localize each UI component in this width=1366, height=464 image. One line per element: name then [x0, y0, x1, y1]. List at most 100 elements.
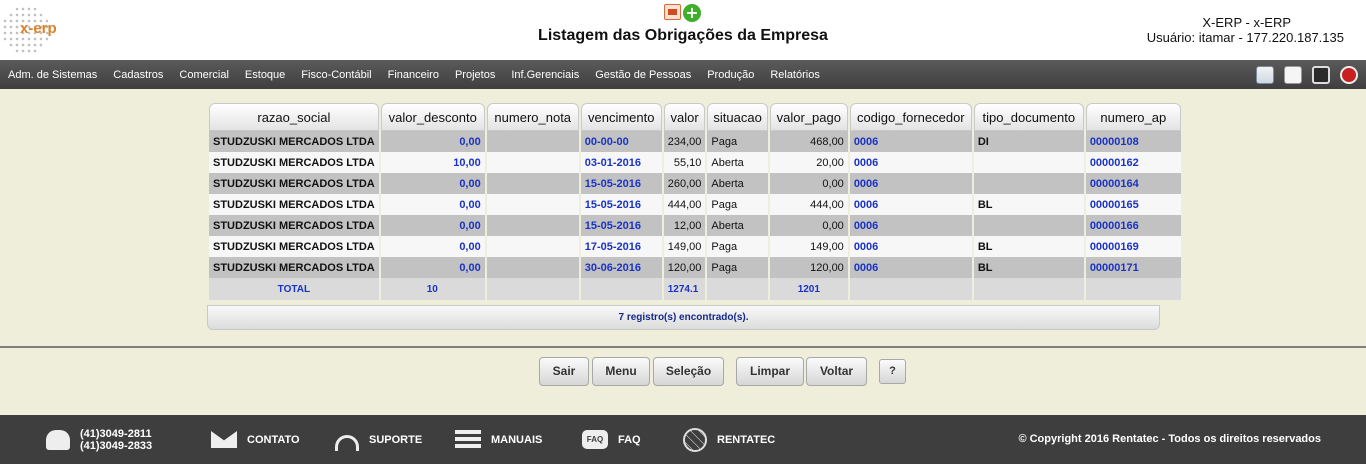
- cell-situacao: Aberta: [707, 173, 768, 194]
- menu-item-relatorios[interactable]: Relatórios: [770, 69, 820, 81]
- voltar-button[interactable]: Voltar: [806, 357, 867, 386]
- cell-tipo-documento: [973, 152, 1084, 173]
- cell-numero-ap[interactable]: 00000164: [1085, 173, 1181, 194]
- print-icon[interactable]: [1312, 66, 1330, 84]
- books-icon: [455, 429, 481, 450]
- cell-codigo-fornecedor: 0006: [849, 194, 972, 215]
- total-valor: 1274.1: [663, 278, 706, 300]
- table-row[interactable]: STUDZUSKI MERCADOS LTDA 0,00 00-00-00 23…: [209, 131, 1181, 152]
- cell-codigo-fornecedor: 0006: [849, 236, 972, 257]
- cell-valor-desconto: 0,00: [380, 236, 485, 257]
- column-header-valor-desconto[interactable]: valor_desconto: [380, 103, 485, 131]
- menu-item-fisco-contabil[interactable]: Fisco-Contábil: [301, 69, 371, 81]
- menu-item-producao[interactable]: Produção: [707, 69, 754, 81]
- table-row[interactable]: STUDZUSKI MERCADOS LTDA 0,00 15-05-2016 …: [209, 194, 1181, 215]
- total-situacao: [707, 278, 768, 300]
- table-row[interactable]: STUDZUSKI MERCADOS LTDA 10,00 03-01-2016…: [209, 152, 1181, 173]
- total-numero-nota: [486, 278, 579, 300]
- cell-valor-pago: 468,00: [769, 131, 848, 152]
- menu-items: Adm. de Sistemas Cadastros Comercial Est…: [8, 60, 836, 89]
- footer-contato-link[interactable]: CONTATO: [211, 415, 300, 464]
- menu-item-projetos[interactable]: Projetos: [455, 69, 495, 81]
- phone-icon: [46, 429, 70, 450]
- cell-situacao: Aberta: [707, 152, 768, 173]
- cell-tipo-documento: [973, 215, 1084, 236]
- home-icon[interactable]: [1256, 66, 1274, 84]
- menu-item-comercial[interactable]: Comercial: [179, 69, 229, 81]
- cell-valor: 12,00: [663, 215, 706, 236]
- system-name: X-ERP - x-ERP: [1202, 15, 1291, 30]
- cell-valor: 120,00: [663, 257, 706, 278]
- column-header-situacao[interactable]: situacao: [707, 103, 768, 131]
- total-codigo-fornecedor: [849, 278, 972, 300]
- help-button[interactable]: ?: [879, 359, 906, 384]
- menu-item-financeiro[interactable]: Financeiro: [388, 69, 439, 81]
- menu-button[interactable]: Menu: [592, 357, 650, 386]
- column-header-valor[interactable]: valor: [663, 103, 706, 131]
- cell-numero-ap[interactable]: 00000166: [1085, 215, 1181, 236]
- table-row[interactable]: STUDZUSKI MERCADOS LTDA 0,00 17-05-2016 …: [209, 236, 1181, 257]
- cell-numero-ap[interactable]: 00000165: [1085, 194, 1181, 215]
- cell-vencimento: 15-05-2016: [580, 215, 662, 236]
- menu-icons: [1256, 66, 1358, 84]
- menu-item-adm-sistemas[interactable]: Adm. de Sistemas: [8, 69, 97, 81]
- column-header-codigo-fornecedor[interactable]: codigo_fornecedor: [849, 103, 972, 131]
- cell-numero-ap[interactable]: 00000171: [1085, 257, 1181, 278]
- faq-icon: FAQ: [582, 430, 608, 449]
- phone-1: (41)3049-2811: [80, 427, 152, 440]
- table-row[interactable]: STUDZUSKI MERCADOS LTDA 0,00 15-05-2016 …: [209, 215, 1181, 236]
- table-row[interactable]: STUDZUSKI MERCADOS LTDA 0,00 30-06-2016 …: [209, 257, 1181, 278]
- cell-razao-social: STUDZUSKI MERCADOS LTDA: [209, 152, 379, 173]
- footer-rentatec-link[interactable]: RENTATEC: [683, 415, 775, 464]
- contato-label: CONTATO: [247, 433, 300, 446]
- cell-valor-pago: 20,00: [769, 152, 848, 173]
- add-icon[interactable]: +: [683, 4, 701, 22]
- divider: [0, 346, 1366, 348]
- power-icon[interactable]: [1340, 66, 1358, 84]
- footer-faq-link[interactable]: FAQ FAQ: [582, 415, 641, 464]
- cell-situacao: Paga: [707, 194, 768, 215]
- total-label: TOTAL: [209, 278, 379, 300]
- header-actions: +: [664, 4, 701, 22]
- menu-item-gestao-pessoas[interactable]: Gestão de Pessoas: [595, 69, 691, 81]
- column-header-vencimento[interactable]: vencimento: [580, 103, 662, 131]
- column-header-tipo-documento[interactable]: tipo_documento: [973, 103, 1084, 131]
- total-numero-ap: [1085, 278, 1181, 300]
- cell-valor-desconto: 0,00: [380, 173, 485, 194]
- report-icon[interactable]: [664, 4, 681, 20]
- cell-numero-nota: [486, 173, 579, 194]
- cell-numero-ap[interactable]: 00000108: [1085, 131, 1181, 152]
- menu-item-inf-gerenciais[interactable]: Inf.Gerenciais: [511, 69, 579, 81]
- cell-codigo-fornecedor: 0006: [849, 131, 972, 152]
- headset-icon: [335, 434, 359, 451]
- menu-item-estoque[interactable]: Estoque: [245, 69, 285, 81]
- cell-numero-ap[interactable]: 00000162: [1085, 152, 1181, 173]
- column-header-razao-social[interactable]: razao_social: [209, 103, 379, 131]
- cell-codigo-fornecedor: 0006: [849, 152, 972, 173]
- column-header-numero-ap[interactable]: numero_ap: [1085, 103, 1181, 131]
- cell-codigo-fornecedor: 0006: [849, 215, 972, 236]
- cell-razao-social: STUDZUSKI MERCADOS LTDA: [209, 131, 379, 152]
- footer-suporte-link[interactable]: SUPORTE: [335, 415, 422, 464]
- cell-numero-nota: [486, 215, 579, 236]
- table-row[interactable]: STUDZUSKI MERCADOS LTDA 0,00 15-05-2016 …: [209, 173, 1181, 194]
- footer-manuais-link[interactable]: MANUAIS: [455, 415, 542, 464]
- menu-item-cadastros[interactable]: Cadastros: [113, 69, 163, 81]
- document-icon[interactable]: [1284, 66, 1302, 84]
- selecao-button[interactable]: Seleção: [653, 357, 724, 386]
- limpar-button[interactable]: Limpar: [736, 357, 804, 386]
- cell-tipo-documento: BL: [973, 257, 1084, 278]
- total-valor-pago: 1201: [769, 278, 848, 300]
- sair-button[interactable]: Sair: [539, 357, 589, 386]
- manuais-label: MANUAIS: [491, 433, 543, 446]
- table-total-row: TOTAL 10 1274.1 1201: [209, 278, 1181, 300]
- records-found: 7 registro(s) encontrado(s).: [207, 305, 1160, 330]
- column-header-numero-nota[interactable]: numero_nota: [486, 103, 579, 131]
- cell-valor-desconto: 10,00: [380, 152, 485, 173]
- phone-numbers: (41)3049-2811 (41)3049-2833: [80, 428, 152, 452]
- rentatec-globe-icon: [683, 427, 707, 452]
- cell-numero-ap[interactable]: 00000169: [1085, 236, 1181, 257]
- cell-valor-desconto: 0,00: [380, 194, 485, 215]
- column-header-valor-pago[interactable]: valor_pago: [769, 103, 848, 131]
- cell-situacao: Paga: [707, 257, 768, 278]
